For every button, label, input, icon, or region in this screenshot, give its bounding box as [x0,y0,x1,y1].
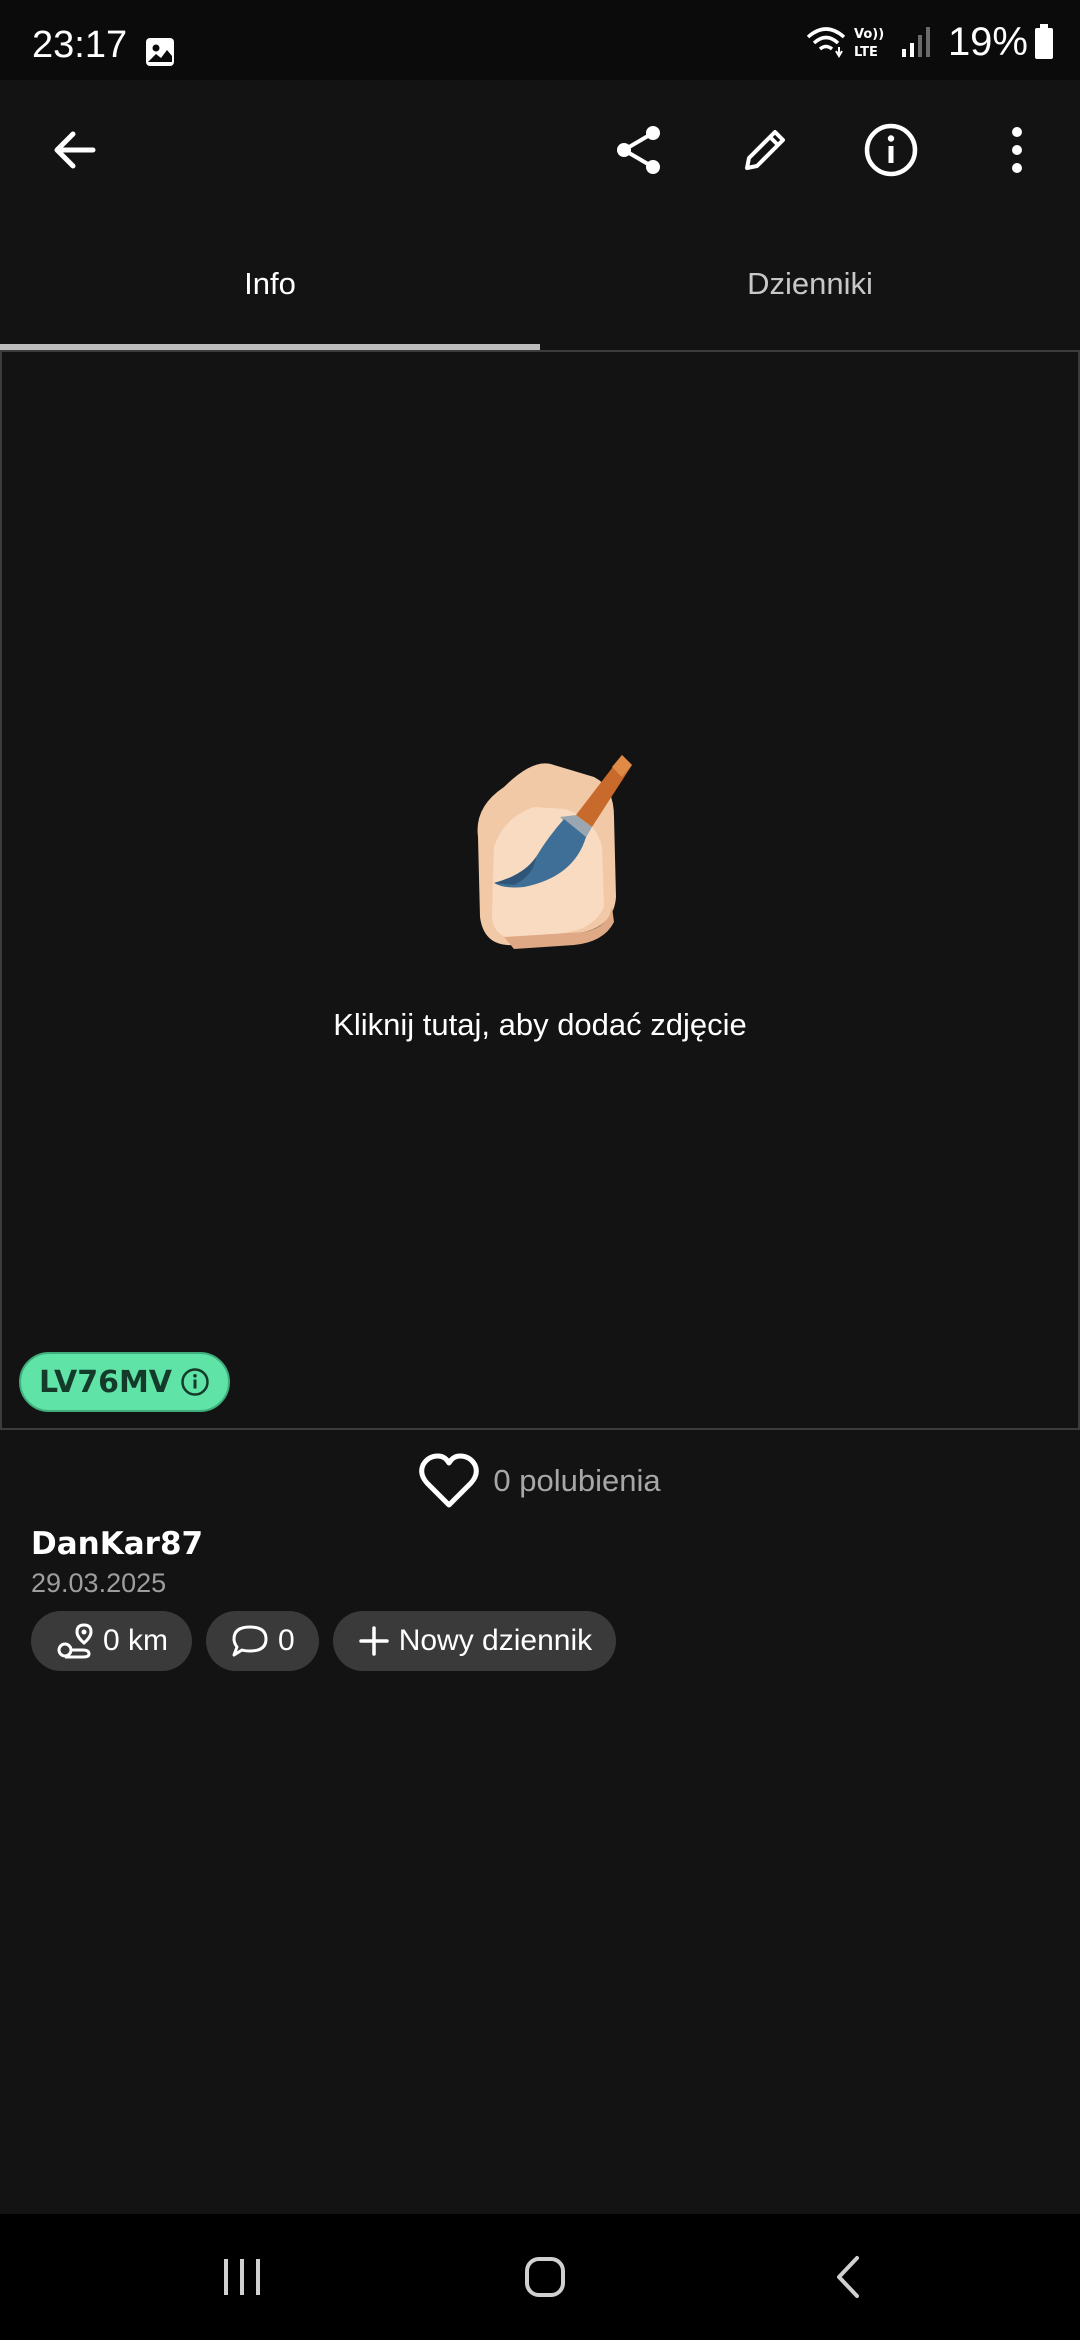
status-icons: Vo)) LTE 19% [806,19,1054,64]
share-button[interactable] [591,102,687,198]
recent-apps-button[interactable] [142,2214,342,2340]
plate-number: LV76MV [39,1364,173,1400]
comments-chip[interactable]: 0 [206,1611,319,1671]
plate-badge[interactable]: LV76MV [19,1352,231,1412]
likes-row: 0 polubienia [0,1452,1080,1510]
back-arrow-icon [54,131,96,169]
distance-value: 0 km [103,1624,169,1657]
wifi-icon [806,27,846,58]
likes-count: 0 polubienia [493,1463,660,1499]
home-button[interactable] [445,2214,645,2340]
status-time: 23:17 [32,24,128,66]
info-button[interactable] [843,102,939,198]
heart-icon [419,1453,480,1508]
status-bar: 23:17 Vo)) LTE 19% [0,0,1080,80]
signal-icon [901,27,930,57]
share-icon [617,126,660,174]
new-log-label: Nowy dziennik [398,1624,593,1657]
tab-info[interactable]: Info [0,220,540,348]
likes-label: polubienia [519,1463,661,1498]
tab-bar: Info Dzienniki [0,220,1080,352]
gallery-icon [146,38,174,66]
new-log-button[interactable]: Nowy dziennik [332,1611,617,1671]
more-vertical-icon [1012,127,1022,173]
likes-number: 0 [493,1463,511,1498]
system-nav-bar [0,2214,1080,2340]
tab-dzienniki[interactable]: Dzienniki [540,220,1080,348]
more-options-button[interactable] [969,102,1065,198]
comment-icon [232,1625,268,1657]
recent-apps-icon [224,2259,260,2295]
plus-icon [358,1626,389,1656]
plate-info-icon [181,1368,209,1396]
pencil-icon [745,130,785,170]
like-button[interactable] [419,1453,480,1509]
chips-row: 0 km 0 Nowy dziennik [31,1611,617,1671]
volte-icon: Vo)) LTE [854,27,884,60]
entry-date: 29.03.2025 [31,1568,167,1598]
info-icon [864,123,918,177]
battery-percent: 19% [947,19,1028,64]
back-icon [837,2256,859,2298]
app-bar [0,80,1080,220]
home-icon [525,2257,565,2297]
route-icon [57,1623,93,1659]
add-photo-hint: Kliknij tutaj, aby dodać zdjęcie [333,1007,747,1042]
painting-hand-icon [477,755,632,949]
svg-text:Vo)): Vo)) [854,27,884,42]
distance-chip[interactable]: 0 km [31,1611,193,1671]
author-name[interactable]: DanKar87 [31,1526,203,1562]
back-button[interactable] [26,102,122,198]
edit-button[interactable] [717,102,813,198]
nav-back-button[interactable] [748,2214,948,2340]
comments-count: 0 [278,1624,295,1657]
svg-text:LTE: LTE [854,45,878,60]
battery-icon [1035,24,1053,59]
add-photo-area[interactable]: Kliknij tutaj, aby dodać zdjęcie LV76MV [0,350,1080,1430]
